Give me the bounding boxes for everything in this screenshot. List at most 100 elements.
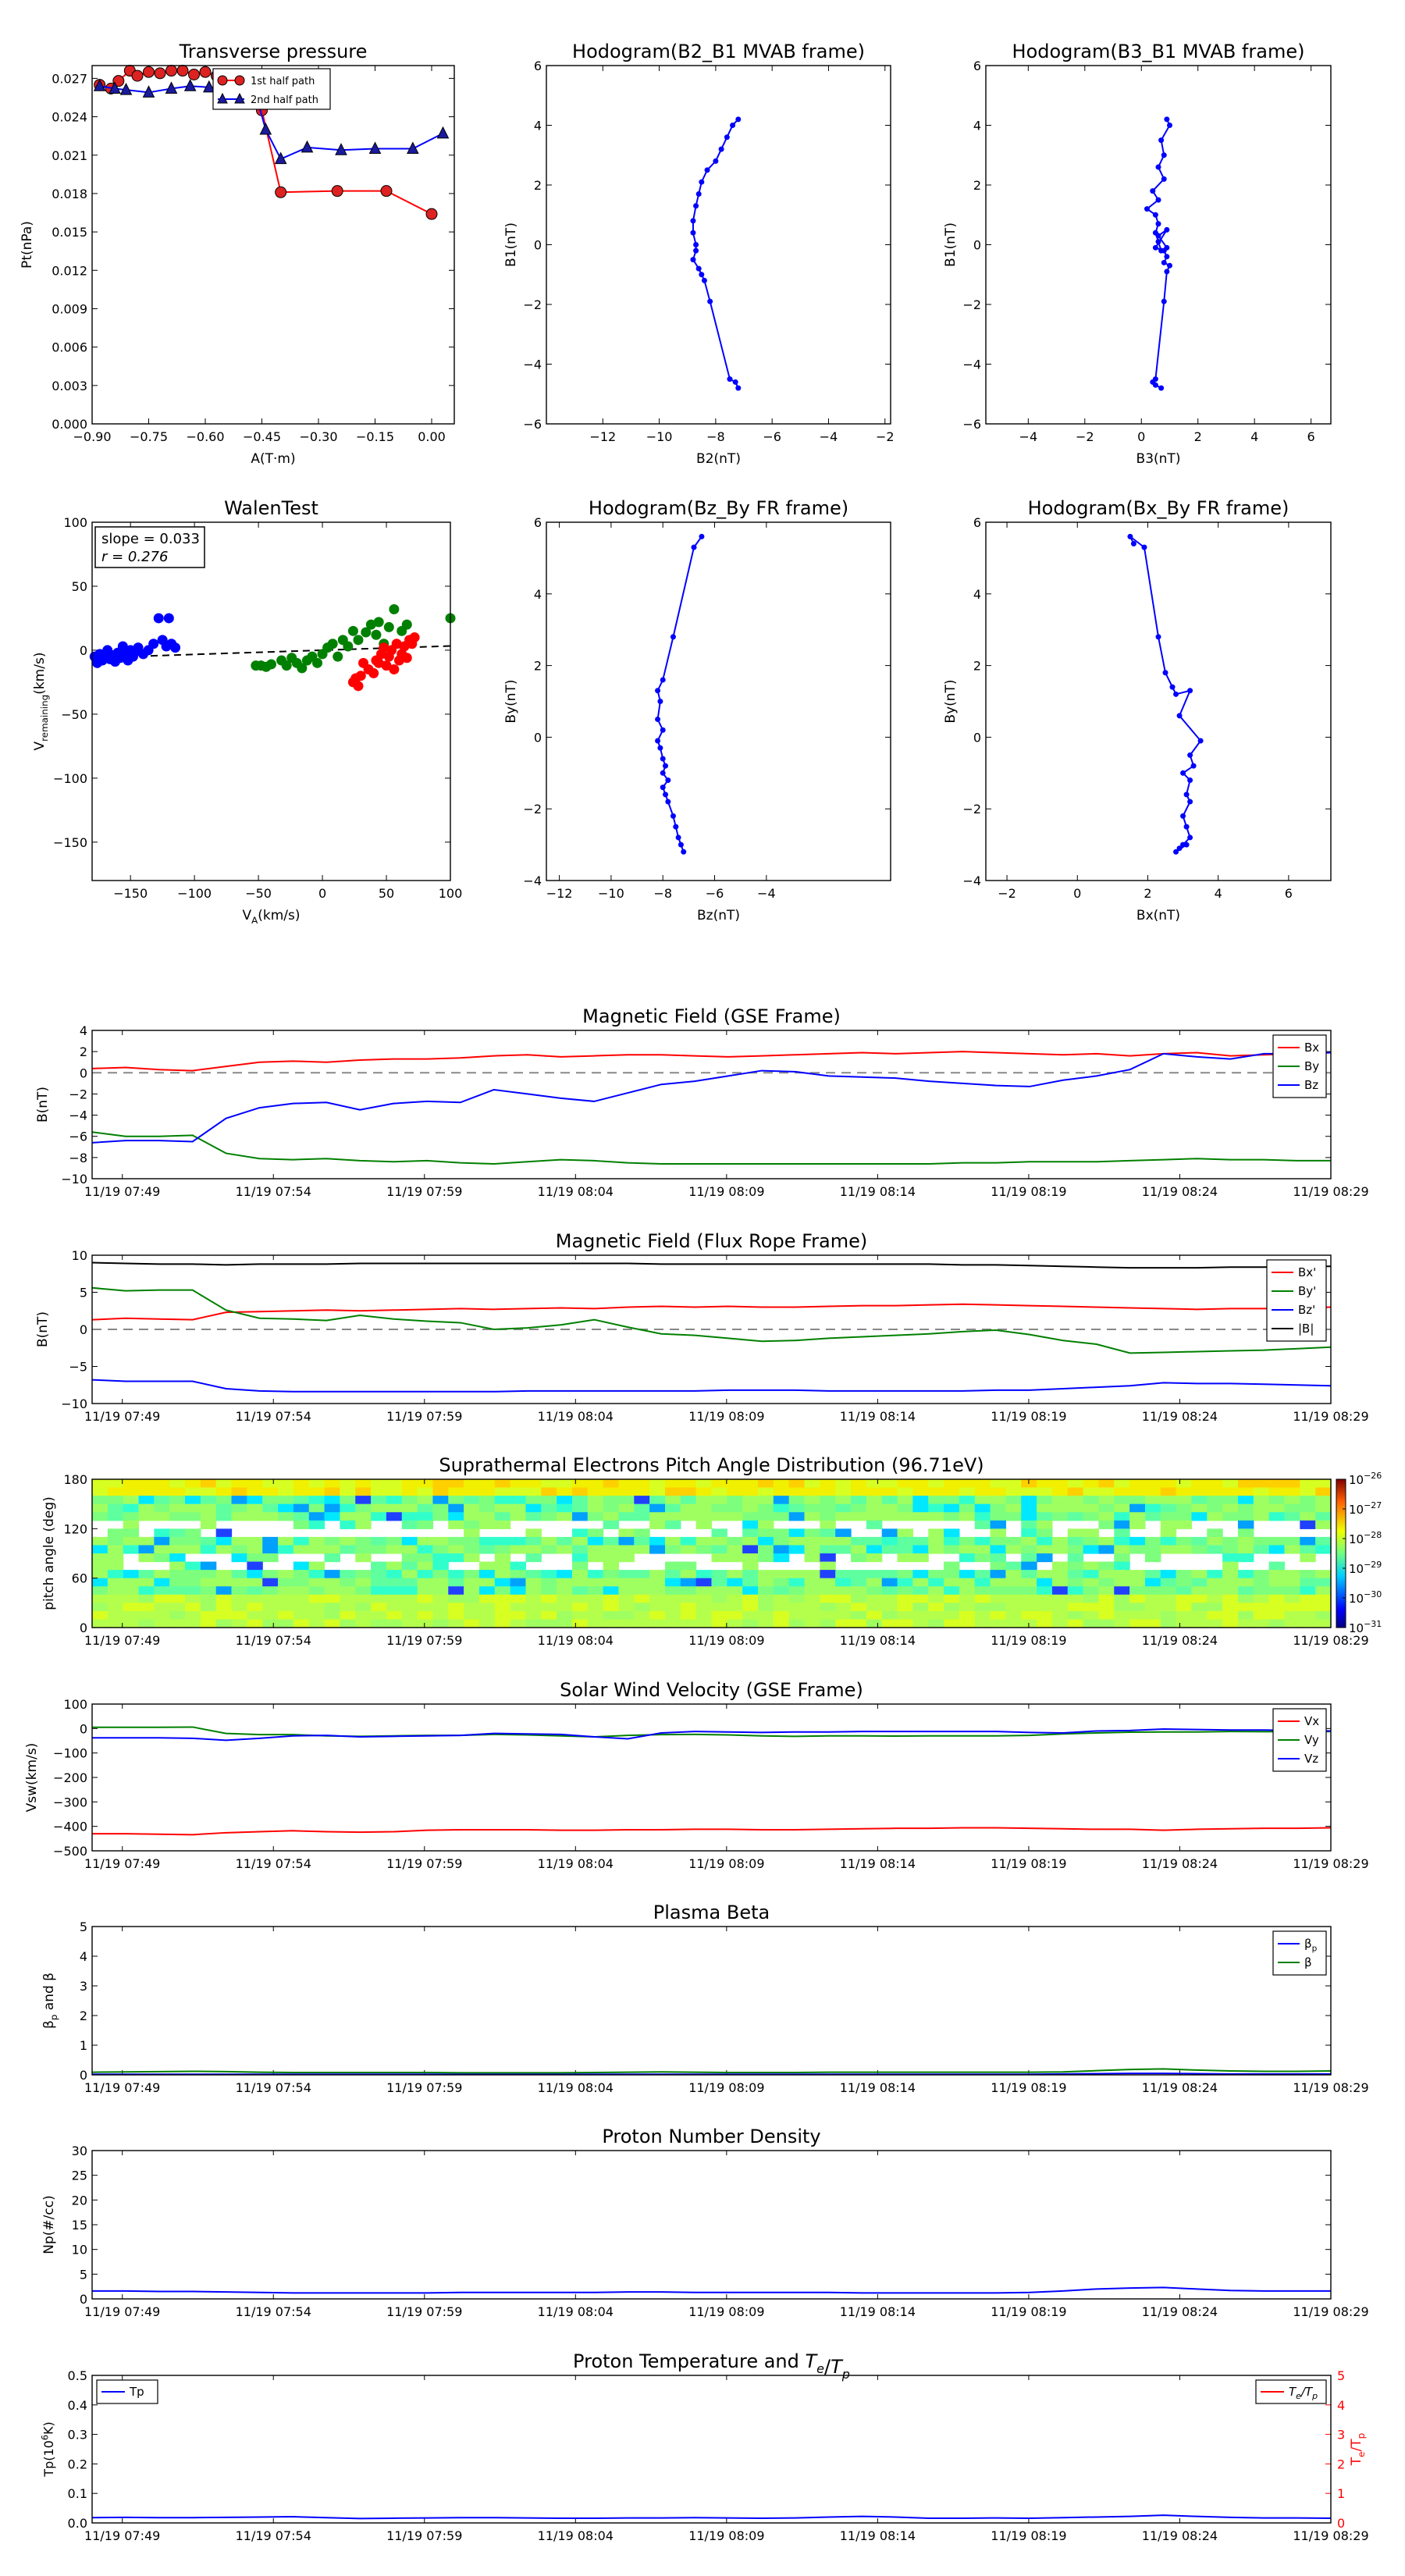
hodogram-b2-b1-point (713, 158, 719, 164)
beta-ytick-label: 4 (80, 1949, 87, 1964)
pad-cell (1160, 1496, 1177, 1505)
mag-fr-legend-label: By' (1298, 1284, 1316, 1298)
pad-cell (1021, 1586, 1037, 1596)
pad-cell (92, 1561, 108, 1571)
pad-cell (664, 1570, 681, 1579)
pad-cell (247, 1512, 263, 1521)
pad-cell (324, 1553, 340, 1563)
pad-cell (944, 1503, 960, 1513)
hodogram-b2-b1-xtick-label: −12 (589, 429, 616, 444)
transverse-pressure-legend-label: 2nd half path (251, 94, 318, 106)
pad-cell (464, 1545, 480, 1554)
pad-cell (432, 1594, 449, 1603)
pad-cell (293, 1603, 310, 1612)
walen-test-point (353, 635, 364, 646)
pad-cell (742, 1496, 759, 1505)
hodogram-b2-b1-frame (546, 65, 891, 425)
hodogram-bz-by-point (660, 785, 666, 791)
pad-cell (1098, 1561, 1115, 1571)
pad-cell (464, 1512, 480, 1521)
transverse-pressure-ytick-label: 0.009 (52, 301, 87, 316)
pad-cell (1160, 1503, 1177, 1513)
pad-ytick-label: 120 (63, 1521, 87, 1536)
hodogram-b2-b1-ylabel: B1(nT) (503, 222, 519, 267)
hodogram-bz-by-point (665, 777, 671, 783)
walen-test-slope-label: slope = 0.033 (101, 531, 200, 547)
pad-cell (293, 1561, 310, 1571)
tp-ylabel: Tp(106K) (41, 2421, 56, 2477)
mag-fr-legend-label: Bz' (1298, 1303, 1315, 1317)
pad-cell (1315, 1503, 1332, 1513)
mag-gse-series-line (91, 1051, 1332, 1144)
pad-cell (773, 1594, 790, 1603)
pad-cell (1268, 1603, 1286, 1612)
pad-cell (448, 1496, 464, 1505)
hodogram-b2-b1-point (695, 265, 702, 272)
walen-test-xlabel: VA(km/s) (242, 908, 300, 926)
pad-cell (1005, 1561, 1022, 1571)
hodogram-bz-by-ytick-label: −2 (523, 802, 542, 817)
pad-cell (820, 1496, 836, 1505)
pad-cell (758, 1545, 774, 1554)
pad-cell (1300, 1496, 1316, 1505)
pad-cell (340, 1603, 356, 1612)
beta-xtick-label: 11/19 08:19 (991, 2080, 1066, 2095)
pad-cell (478, 1603, 496, 1612)
pad-cell (804, 1503, 820, 1513)
pad-cell (138, 1578, 155, 1587)
hodogram-b3-b1-ytick-label: −6 (962, 417, 981, 432)
transverse-pressure-point (188, 68, 200, 80)
pad-cell (138, 1512, 155, 1521)
pad-cell (386, 1545, 403, 1554)
pad-cell (1098, 1610, 1115, 1621)
pad-cell (1222, 1603, 1239, 1612)
pad-cell (478, 1487, 496, 1496)
pad-cell (510, 1487, 527, 1496)
pad-cell (897, 1512, 913, 1521)
pad-cell (231, 1503, 247, 1513)
pad-cell (928, 1610, 944, 1621)
pad-cell (804, 1570, 820, 1579)
pad-cell (1284, 1487, 1300, 1496)
pad-cell (308, 1487, 325, 1496)
pad-cell (944, 1570, 960, 1579)
pad-cell (649, 1603, 666, 1612)
pad-cell (478, 1520, 496, 1529)
pad-cell (1191, 1610, 1208, 1621)
pad-cell (371, 1496, 387, 1505)
pad-cell (432, 1570, 449, 1579)
hodogram-bz-by-xtick-label: −8 (653, 886, 672, 901)
pad-cell (448, 1536, 464, 1546)
pad-cell (944, 1496, 960, 1505)
pad-cell (293, 1619, 310, 1628)
hodogram-b2-b1-point (730, 123, 736, 128)
pad-cell (1191, 1512, 1208, 1521)
pad-cell (897, 1553, 913, 1563)
pad-cell (448, 1487, 464, 1496)
walen-test-ytick-label: −150 (53, 835, 87, 850)
pad-cell (990, 1586, 1007, 1596)
pad-cell (897, 1578, 913, 1587)
transverse-pressure-xtick-label: −0.90 (73, 429, 111, 444)
transverse-pressure-point (165, 65, 177, 77)
pad-cell (634, 1610, 650, 1621)
pad-cell (1300, 1536, 1316, 1546)
tp-ytick-label: 0.1 (68, 2486, 87, 2501)
hodogram-b3-b1-point (1166, 123, 1172, 128)
pad-cell (1037, 1578, 1053, 1587)
pad-cell (1114, 1512, 1130, 1521)
mag-fr-xtick-label: 11/19 08:14 (840, 1409, 916, 1424)
pad-cell (123, 1528, 140, 1538)
pad-cell (634, 1528, 650, 1538)
pad-cell (695, 1536, 713, 1546)
pad-cell (1098, 1503, 1115, 1513)
hodogram-b3-b1-point (1161, 259, 1167, 265)
pad-cell (231, 1496, 247, 1505)
pad-cell (355, 1512, 372, 1521)
pad-cell (1144, 1619, 1161, 1628)
pad-cell (247, 1503, 263, 1513)
pad-cell (711, 1536, 727, 1546)
hodogram-bx-by-series-line (1129, 535, 1202, 853)
pad-cell (634, 1586, 650, 1596)
transverse-pressure-ytick-label: 0.015 (52, 225, 87, 240)
